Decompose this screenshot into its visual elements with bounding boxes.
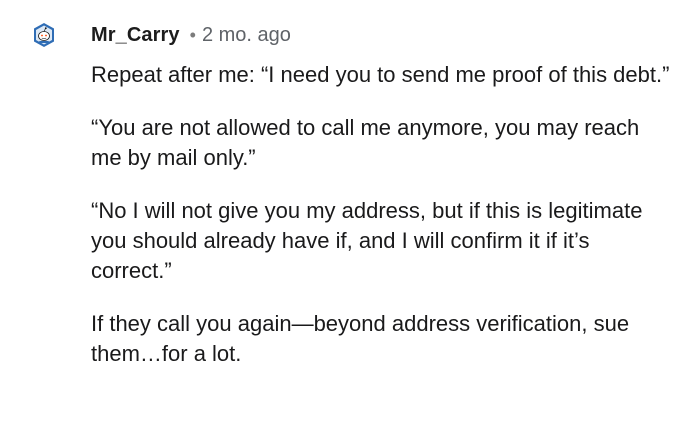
comment-header: Mr_Carry • 2 mo. ago bbox=[91, 22, 291, 48]
username-link[interactable]: Mr_Carry bbox=[91, 24, 180, 47]
snoo-avatar-icon bbox=[34, 23, 54, 47]
comment-paragraph: If they call you again—beyond address ve… bbox=[91, 311, 630, 366]
comment: Mr_Carry • 2 mo. ago Repeat after me: “I… bbox=[0, 0, 700, 436]
comment-body: Repeat after me: “I need you to send me … bbox=[91, 60, 671, 369]
user-avatar[interactable] bbox=[31, 22, 57, 48]
comment-paragraph: “You are not allowed to call me anymore,… bbox=[91, 115, 640, 170]
meta-separator: • bbox=[189, 24, 196, 45]
timestamp[interactable]: 2 mo. ago bbox=[202, 24, 291, 47]
comment-paragraph: “No I will not give you my address, but … bbox=[91, 198, 643, 283]
comment-paragraph: Repeat after me: “I need you to send me … bbox=[91, 62, 670, 87]
